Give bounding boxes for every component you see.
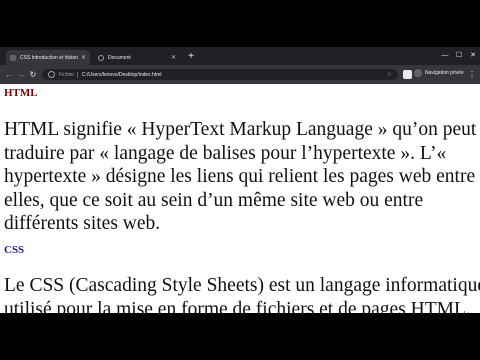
incognito-label: Navigation privée: [425, 70, 464, 76]
extension-icon[interactable]: [403, 70, 412, 79]
page-favicon-icon: [10, 54, 16, 61]
browser-toolbar: ← → ↻ Fichier C:/Users/lenovo/Desktop/in…: [0, 65, 480, 84]
close-window-icon[interactable]: ✕: [466, 47, 480, 65]
paragraph-line: elles, que ce soit au sein d’un même sit…: [4, 189, 424, 211]
forward-button[interactable]: →: [16, 69, 26, 80]
close-icon[interactable]: ✕: [81, 55, 86, 61]
tab-document[interactable]: Document ✕: [94, 50, 180, 65]
tab-css-introduction[interactable]: CSS Introduction et historique - ✕: [6, 50, 90, 65]
address-bar[interactable]: Fichier C:/Users/lenovo/Desktop/index.ht…: [42, 69, 398, 80]
paragraph-line: HTML signifie « HyperText Markup Languag…: [4, 119, 477, 140]
html-paragraph: HTML signifie « HyperText Markup Languag…: [4, 118, 480, 236]
paragraph-line: hypertexte » désigne les liens qui relie…: [4, 166, 476, 187]
maximize-icon[interactable]: ☐: [452, 47, 466, 65]
star-icon[interactable]: ☆: [387, 71, 392, 78]
back-button[interactable]: ←: [4, 69, 14, 80]
reload-icon: ↻: [29, 70, 37, 79]
paragraph-line: Le CSS (Cascading Style Sheets) est un l…: [4, 275, 480, 296]
more-vert-icon[interactable]: ⋮: [468, 69, 476, 80]
paragraph-line: traduire par « langage de balises pour l…: [4, 142, 447, 164]
browser-window: CSS Introduction et historique - ✕ Docum…: [0, 47, 480, 313]
address-scheme: Fichier: [59, 71, 75, 78]
tab-bar: CSS Introduction et historique - ✕ Docum…: [0, 47, 480, 65]
arrow-right-icon: →: [17, 70, 25, 79]
css-heading: CSS: [4, 244, 25, 256]
tab-label: Document: [108, 54, 131, 61]
incognito-indicator[interactable]: Navigation privée: [414, 69, 464, 77]
address-separator: [77, 71, 79, 78]
css-paragraph: Le CSS (Cascading Style Sheets) est un l…: [4, 274, 480, 313]
paragraph-line: différents sites web.: [4, 213, 161, 234]
paragraph-line: utilisé pour la mise en forme de fichier…: [4, 298, 471, 314]
incognito-icon: [414, 69, 422, 77]
close-icon[interactable]: ✕: [171, 55, 176, 61]
tab-label: CSS Introduction et historique -: [20, 54, 78, 61]
window-controls: — ☐ ✕: [438, 47, 480, 65]
page-content: HTML HTML signifie « HyperText Markup La…: [0, 84, 480, 313]
globe-icon: [98, 54, 104, 61]
info-icon[interactable]: [48, 71, 55, 78]
minimize-icon[interactable]: —: [438, 47, 452, 65]
new-tab-button[interactable]: +: [185, 51, 197, 63]
html-heading: HTML: [4, 87, 38, 99]
reload-button[interactable]: ↻: [28, 69, 38, 80]
arrow-left-icon: ←: [5, 70, 13, 79]
address-url[interactable]: C:/Users/lenovo/Desktop/index.html: [82, 72, 161, 78]
